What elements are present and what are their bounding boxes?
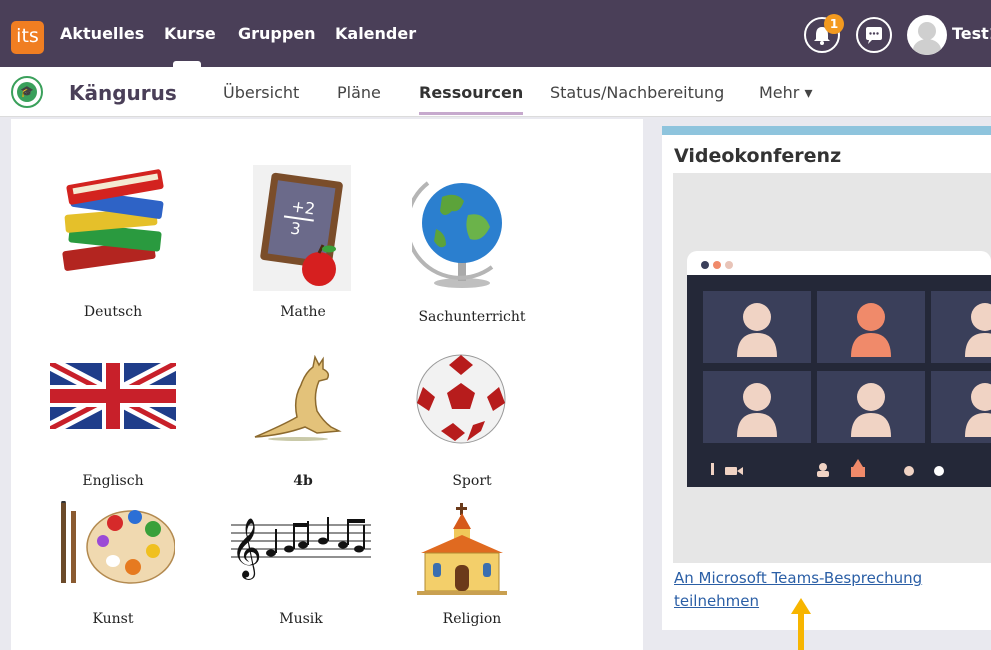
teams-join-link-continued[interactable]: teilnehmen bbox=[674, 592, 759, 610]
widget-title: Videokonferenz bbox=[674, 145, 842, 167]
course-title[interactable]: Kängurus bbox=[69, 81, 177, 105]
subject-mathe[interactable]: +2 3 Mathe bbox=[231, 159, 375, 329]
subject-label: Musik bbox=[279, 611, 323, 627]
messages-button[interactable] bbox=[856, 17, 892, 53]
tab-ressourcen[interactable]: Ressourcen bbox=[419, 83, 524, 115]
resources-panel: Deutsch +2 3 Mathe Sachunterricht Englis… bbox=[11, 119, 643, 650]
chalkboard-apple-icon: +2 3 bbox=[253, 165, 351, 291]
music-notes-icon: 𝄞 bbox=[231, 517, 371, 580]
books-icon bbox=[62, 169, 164, 271]
subject-englisch[interactable]: Englisch bbox=[41, 347, 185, 489]
tab-plaene[interactable]: Pläne bbox=[337, 83, 381, 102]
arrow-up-icon bbox=[791, 598, 811, 650]
nav-gruppen[interactable]: Gruppen bbox=[238, 24, 316, 43]
palette-icon bbox=[61, 501, 175, 584]
nav-aktuelles[interactable]: Aktuelles bbox=[60, 24, 144, 43]
its-logo[interactable]: its bbox=[11, 21, 44, 54]
svg-text:+2: +2 bbox=[290, 196, 316, 218]
football-icon bbox=[416, 354, 506, 444]
videoconference-widget: Videokonferenz An Microsoft Teams-Bespre… bbox=[662, 126, 991, 630]
svg-text:𝄞: 𝄞 bbox=[231, 518, 262, 580]
nav-kalender[interactable]: Kalender bbox=[335, 24, 416, 43]
subject-label: 4b bbox=[293, 473, 313, 489]
video-call-illustration bbox=[687, 251, 991, 487]
subject-religion[interactable]: Religion bbox=[400, 501, 544, 641]
kangaroo-icon bbox=[254, 355, 342, 441]
subject-label: Sport bbox=[452, 473, 492, 489]
top-navigation-bar: its Aktuelles Kurse Gruppen Kalender 1 T… bbox=[0, 0, 991, 67]
tab-mehr[interactable]: Mehr ▾ bbox=[759, 83, 812, 102]
chat-bubble-icon bbox=[866, 27, 882, 44]
subject-label: Kunst bbox=[92, 611, 134, 627]
subject-musik[interactable]: 𝄞 Musik bbox=[221, 501, 381, 641]
graduation-cap-icon: 🎓 bbox=[11, 76, 43, 108]
widget-header-stripe bbox=[662, 126, 991, 135]
subject-label: Sachunterricht bbox=[418, 309, 526, 325]
globe-icon bbox=[412, 181, 502, 288]
videoconference-preview-image[interactable] bbox=[673, 173, 991, 563]
subject-sachunterricht[interactable]: Sachunterricht bbox=[400, 159, 544, 334]
subject-label: Englisch bbox=[82, 473, 144, 489]
subject-sport[interactable]: Sport bbox=[400, 347, 544, 489]
username-label[interactable]: Test1 bbox=[952, 24, 991, 43]
subject-label: Deutsch bbox=[83, 304, 143, 320]
uk-flag-icon bbox=[50, 363, 176, 429]
teams-join-link[interactable]: An Microsoft Teams-Besprechung bbox=[674, 569, 922, 587]
tab-uebersicht[interactable]: Übersicht bbox=[223, 83, 299, 102]
tab-status-nachbereitung[interactable]: Status/Nachbereitung bbox=[550, 83, 724, 102]
subject-label: Mathe bbox=[280, 304, 326, 320]
subject-4b[interactable]: 4b bbox=[231, 347, 375, 489]
subject-deutsch[interactable]: Deutsch bbox=[41, 159, 185, 329]
subject-label: Religion bbox=[442, 611, 502, 627]
nav-kurse[interactable]: Kurse bbox=[164, 24, 216, 67]
notification-badge: 1 bbox=[824, 14, 844, 34]
subject-kunst[interactable]: Kunst bbox=[41, 501, 185, 641]
user-avatar[interactable] bbox=[907, 15, 947, 55]
church-icon bbox=[417, 503, 507, 595]
